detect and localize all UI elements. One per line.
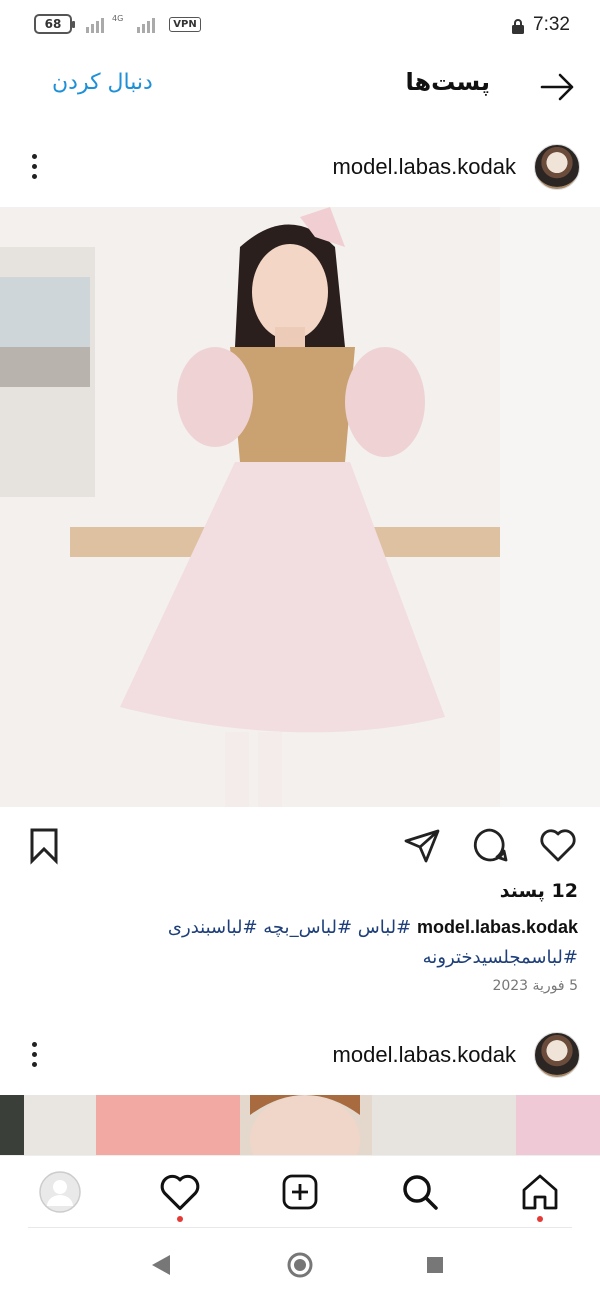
notification-dot (537, 1216, 543, 1222)
post-username[interactable]: model.labas.kodak (333, 1042, 516, 1068)
post-actions (0, 815, 600, 875)
post-date: 5 فورية 2023 (492, 978, 578, 994)
home-icon[interactable] (518, 1170, 562, 1222)
profile-avatar[interactable] (38, 1170, 82, 1214)
more-options-icon[interactable] (24, 1042, 44, 1070)
clock: 7:32 (533, 14, 570, 35)
battery-level: 68 (44, 17, 62, 31)
bottom-navigation (0, 1155, 600, 1227)
post-caption: model.labas.kodak #لباس #لباس_بچه #لباسب… (118, 912, 578, 973)
activity-heart-icon[interactable] (158, 1170, 202, 1222)
like-count[interactable]: 12 پسند (500, 880, 578, 902)
add-post-icon[interactable] (278, 1170, 322, 1214)
caption-username[interactable]: model.labas.kodak (417, 917, 578, 937)
post-username[interactable]: model.labas.kodak (333, 154, 516, 180)
heart-icon[interactable] (538, 825, 578, 865)
home-circle-icon[interactable] (285, 1250, 315, 1280)
arrow-right-icon[interactable] (538, 70, 578, 104)
comment-icon[interactable] (470, 825, 510, 865)
status-bar: 68 4G VPN 7:32 (0, 0, 600, 52)
avatar[interactable] (534, 1032, 580, 1078)
notification-dot (177, 1216, 183, 1222)
post-photo (0, 207, 600, 807)
signal-icon (86, 15, 104, 33)
post-photo-2 (250, 1095, 360, 1155)
system-navigation (0, 1232, 600, 1300)
more-options-icon[interactable] (24, 154, 44, 182)
post-image-2[interactable] (0, 1095, 600, 1155)
post-header: model.labas.kodak (0, 134, 600, 200)
status-left: 68 4G VPN (34, 14, 201, 34)
post-header-2: model.labas.kodak (0, 1022, 600, 1088)
bookmark-icon[interactable] (24, 825, 64, 865)
send-icon[interactable] (402, 825, 442, 865)
vpn-badge: VPN (169, 16, 201, 32)
recents-square-icon[interactable] (420, 1250, 450, 1280)
status-right: 7:32 (511, 14, 570, 36)
divider (28, 1227, 572, 1228)
follow-button[interactable]: دنبال کردن (52, 70, 153, 95)
search-icon[interactable] (398, 1170, 442, 1214)
battery-indicator: 68 (34, 14, 75, 34)
lock-icon (512, 19, 525, 34)
avatar[interactable] (534, 144, 580, 190)
back-triangle-icon[interactable] (146, 1250, 176, 1280)
top-header: دنبال کردن پست‌ها (0, 52, 600, 122)
post-image[interactable] (0, 207, 600, 807)
network-type: 4G (112, 13, 124, 23)
signal-icon-2 (137, 15, 156, 33)
page-title: پست‌ها (405, 68, 491, 96)
